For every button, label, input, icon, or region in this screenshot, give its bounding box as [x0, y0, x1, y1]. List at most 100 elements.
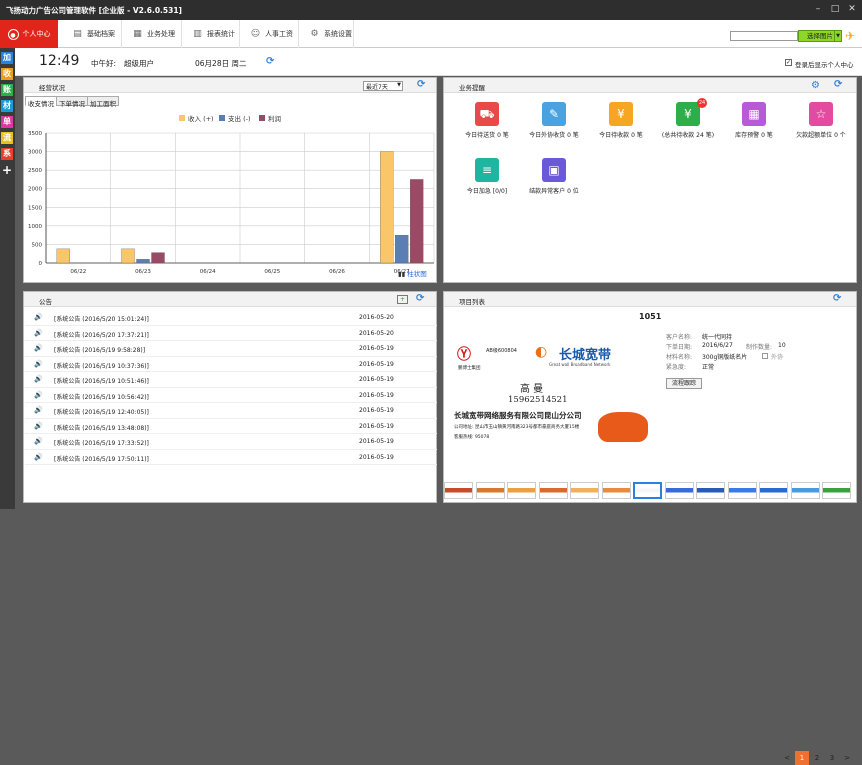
tip-tile-6[interactable]: ≡ 今日加急 [0/0] — [452, 158, 522, 208]
tab-orders[interactable]: 下单情况 — [56, 96, 88, 108]
bar-chart-link-label: 柱状图 — [407, 270, 427, 278]
tip-tile-4[interactable]: ▦ 库存预警 0 笔 — [719, 102, 789, 152]
panel-title: 业务提醒 — [459, 84, 485, 92]
show-after-login-checkbox[interactable]: ✓ — [785, 59, 792, 66]
announcement-row[interactable]: 🔊 [系统公告 (2016/5/19 12:40:05)] 2016-05-19 — [25, 403, 437, 419]
tip-tile-7[interactable]: ▣ 结款异常客户 0 位 — [519, 158, 589, 208]
project-thumbnail[interactable] — [570, 482, 599, 499]
page-button-3[interactable]: 3 — [825, 751, 839, 765]
announcement-date: 2016-05-19 — [359, 438, 394, 445]
project-thumbnail[interactable] — [727, 482, 757, 499]
tip-tile-2[interactable]: ¥ 今日待收款 0 笔 — [586, 102, 656, 152]
field-value: 300g铜版纸名片 — [702, 354, 748, 361]
project-thumbnail[interactable] — [696, 482, 725, 499]
nav-hr-payroll[interactable]: ☺ 人事工资 — [250, 20, 293, 48]
minimize-icon[interactable]: – — [812, 3, 824, 15]
project-thumbnail[interactable] — [444, 482, 473, 499]
announcement-row[interactable]: 🔊 [系统公告 (2016/5/19 10:37:36)] 2016-05-19 — [25, 357, 437, 372]
announcement-title: [系统公告 (2016/5/19 12:40:05)] — [54, 409, 149, 416]
nav-personal-center[interactable]: ● 个人中心 — [0, 20, 58, 48]
refresh-icon[interactable]: ⟳ — [833, 294, 843, 304]
sidebar-add-icon[interactable]: + — [1, 164, 13, 176]
project-thumbnail[interactable] — [664, 482, 694, 499]
calendar-icon: ▣ — [542, 158, 566, 182]
edit-icon: ✎ — [542, 102, 566, 126]
next-page-button[interactable]: > — [840, 751, 854, 765]
refresh-icon[interactable]: ⟳ — [834, 80, 844, 90]
sidebar-item-system[interactable]: 系 — [1, 148, 13, 160]
project-thumbnail[interactable] — [790, 482, 820, 499]
panel-header: 公告 — [24, 292, 436, 307]
nav-business[interactable]: ▦ 业务处理 — [132, 20, 175, 48]
project-thumbnail[interactable] — [759, 482, 788, 499]
nav-reports[interactable]: ▥ 报表统计 — [192, 20, 235, 48]
announcement-row[interactable]: 🔊 [系统公告 (2016/5/19 13:48:08)] 2016-05-19 — [25, 419, 437, 434]
project-thumbnail[interactable] — [507, 482, 536, 499]
page-button-2[interactable]: 2 — [810, 751, 824, 765]
tip-tile-3[interactable]: ¥24 (总共待收款 24 笔) — [653, 98, 723, 152]
announcement-row[interactable]: 🔊 [系统公告 (2016/5/19 9:58:28)] 2016-05-19 — [25, 341, 437, 357]
yen-icon: ¥ — [676, 102, 700, 126]
speaker-icon: 🔊 — [34, 328, 43, 337]
refresh-icon[interactable]: ⟳ — [417, 80, 427, 90]
nav-system-settings[interactable]: ⚙ 系统设置 — [309, 20, 352, 48]
speaker-icon: 🔊 — [34, 421, 43, 430]
announcement-row[interactable]: 🔊 [系统公告 (2016/5/20 17:37:21)] 2016-05-20 — [25, 326, 437, 341]
project-thumbnail[interactable] — [475, 482, 505, 499]
nav-basic-archive[interactable]: ▤ 基础档案 — [72, 20, 115, 48]
user-icon: ● — [7, 28, 19, 40]
announcement-title: [系统公告 (2016/5/20 15:01:24)] — [54, 316, 149, 323]
legend-label: 支出 (-) — [228, 114, 250, 123]
chevron-down-icon[interactable]: ▼ — [834, 30, 842, 42]
announcement-row[interactable]: 🔊 [系统公告 (2016/5/20 15:01:24)] 2016-05-20 — [25, 310, 437, 326]
tip-label: 库存预警 0 笔 — [735, 132, 773, 139]
outsource-checkbox[interactable] — [762, 353, 768, 359]
project-thumbnail[interactable] — [633, 482, 662, 499]
bar — [121, 248, 135, 264]
add-announcement-icon[interactable]: + — [397, 295, 408, 304]
tip-tile-5[interactable]: ☆ 欠款超额单位 0 个 — [786, 102, 856, 152]
sidebar-item-flow[interactable]: 流 — [1, 132, 13, 144]
search-input[interactable] — [730, 31, 798, 41]
greeting: 中午好: — [91, 59, 117, 68]
track-process-button[interactable]: 流程跟踪 — [666, 378, 702, 389]
info-bar: 12:49 中午好: 超级用户 06月28日 周二 ⟳ ✓ 登录后显示个人中心 — [15, 48, 862, 76]
card-brand-left: AB级600804 — [486, 348, 517, 354]
close-icon[interactable]: ✕ — [846, 3, 858, 15]
refresh-icon[interactable]: ⟳ — [266, 57, 276, 67]
sidebar-item-add[interactable]: 加 — [1, 52, 13, 64]
sidebar-item-material[interactable]: 材 — [1, 100, 13, 112]
announcement-row[interactable]: 🔊 [系统公告 (2016/5/19 10:51:46)] 2016-05-19 — [25, 372, 437, 388]
gear-icon[interactable]: ⚙ — [811, 80, 822, 91]
range-select[interactable]: 最近7天 ▼ — [363, 81, 403, 91]
announcement-row[interactable]: 🔊 [系统公告 (2016/5/19 17:50:11)] 2016-05-19 — [25, 450, 437, 465]
tab-income-expense[interactable]: 收支情况 — [25, 96, 57, 108]
tab-processing-area[interactable]: 加工面积 — [87, 96, 119, 108]
tip-tile-0[interactable]: ⛟ 今日待送货 0 笔 — [452, 102, 522, 152]
maximize-icon[interactable]: □ — [829, 3, 841, 15]
y-tick-label: 1500 — [28, 205, 42, 211]
x-tick-label: 06/26 — [329, 269, 345, 275]
tip-label: 结款异常客户 0 位 — [529, 188, 579, 195]
y-tick-label: 3000 — [28, 150, 42, 156]
project-thumbnail[interactable] — [822, 482, 851, 499]
sidebar-item-account[interactable]: 账 — [1, 84, 13, 96]
speaker-icon: 🔊 — [34, 406, 43, 414]
bar-chart-link[interactable]: ▮▮ 柱状图 — [398, 268, 427, 278]
refresh-icon[interactable]: ⟳ — [416, 294, 426, 304]
sidebar-item-receive[interactable]: 收 — [1, 68, 13, 80]
prev-page-button[interactable]: < — [780, 751, 794, 765]
page-button-1[interactable]: 1 — [795, 751, 809, 765]
project-thumbnail[interactable] — [601, 482, 631, 499]
project-thumbnail[interactable] — [538, 482, 568, 499]
tip-tile-1[interactable]: ✎ 今日外协收货 0 笔 — [519, 102, 589, 152]
announcement-title: [系统公告 (2016/5/19 13:48:08)] — [54, 424, 149, 432]
field-value: 正常 — [702, 364, 715, 371]
sidebar-item-order[interactable]: 单 — [1, 116, 13, 128]
announcement-row[interactable]: 🔊 [系统公告 (2016/5/19 17:33:52)] 2016-05-19 — [25, 434, 437, 450]
bar — [380, 151, 394, 264]
field-value: 统一代同持 — [702, 334, 733, 341]
field-label: 材料名称: — [666, 354, 693, 361]
announcement-row[interactable]: 🔊 [系统公告 (2016/5/19 10:56:42)] 2016-05-19 — [25, 388, 437, 403]
legend-swatch — [259, 115, 265, 121]
